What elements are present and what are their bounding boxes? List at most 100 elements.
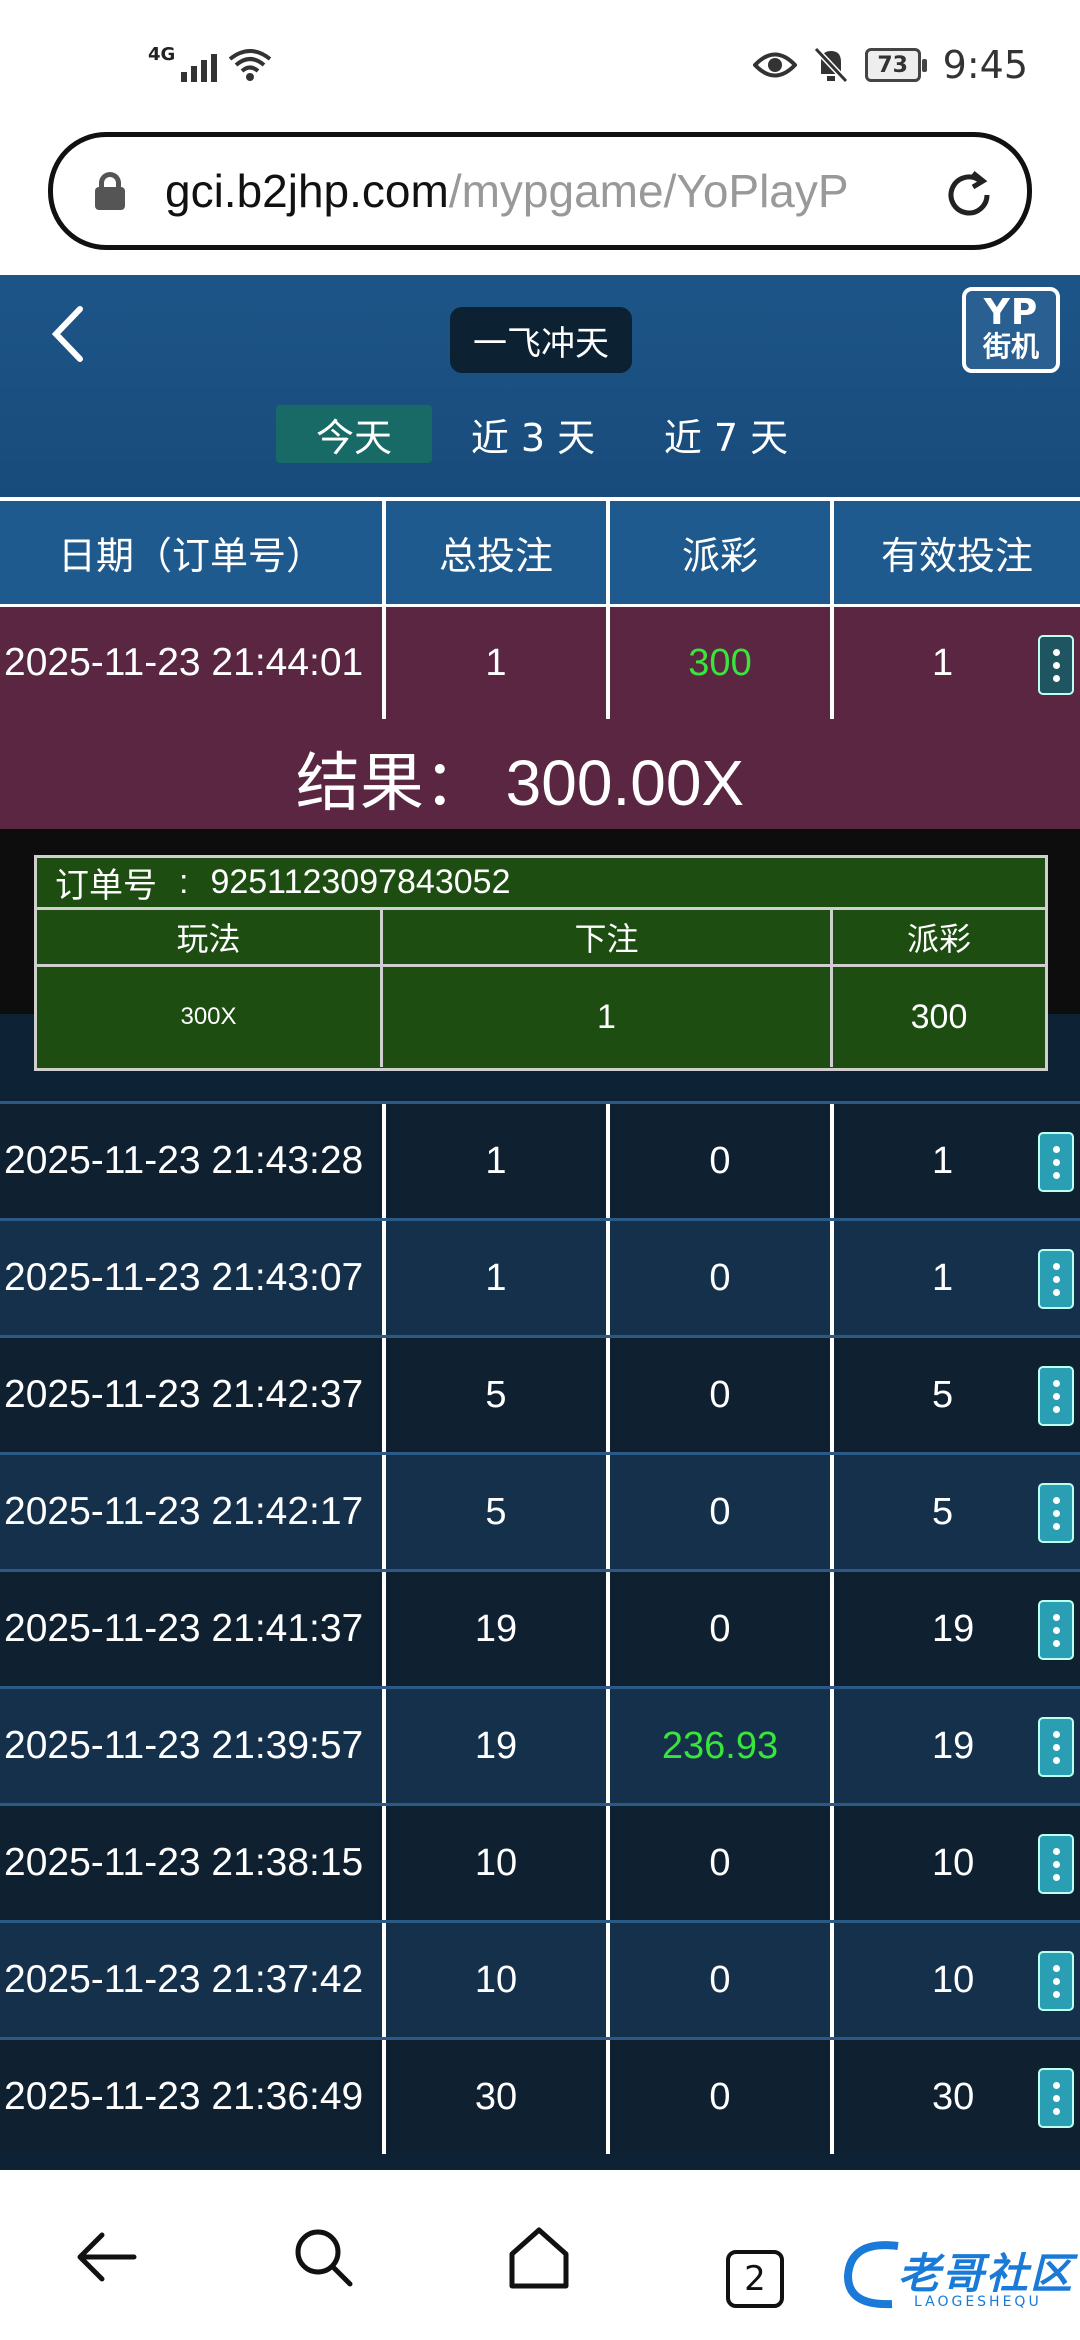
detail-col-payout: 派彩 xyxy=(906,920,971,958)
table-row[interactable]: 2025-11-23 21:43:07 1 0 1 xyxy=(0,1218,1080,1335)
row-menu-icon[interactable] xyxy=(1038,1483,1074,1543)
row-date: 2025-11-23 21:42:17 xyxy=(0,1455,386,1569)
detail-header: 玩法 下注 派彩 xyxy=(37,910,1045,967)
table-row[interactable]: 2025-11-23 21:42:17 5 0 5 xyxy=(0,1452,1080,1569)
reload-icon[interactable] xyxy=(941,167,997,223)
table-row[interactable]: 2025-11-23 21:41:37 19 0 19 xyxy=(0,1569,1080,1686)
search-icon[interactable] xyxy=(288,2222,358,2292)
row-menu-icon[interactable] xyxy=(1038,1132,1074,1192)
logo-text-bottom: 街机 xyxy=(982,330,1039,363)
row-menu-icon[interactable] xyxy=(1038,1951,1074,2011)
row-date: 2025-11-23 21:38:15 xyxy=(0,1806,386,1920)
row-date: 2025-11-23 21:44:01 xyxy=(0,607,386,719)
url-path: /mypgame/YoPlayP xyxy=(448,165,849,217)
order-number: 9251123097843052 xyxy=(210,863,511,901)
signal-group: 4G xyxy=(148,40,273,90)
row-bet: 19 xyxy=(386,1572,610,1686)
result-text: 结果： 300.00X xyxy=(295,747,745,819)
signal-icon xyxy=(181,48,218,82)
row-bet: 10 xyxy=(386,1806,610,1920)
detail-play: 300X xyxy=(37,967,383,1067)
row-payout: 0 xyxy=(610,1572,834,1686)
row-date: 2025-11-23 21:42:37 xyxy=(0,1338,386,1452)
watermark-logo: 老哥社区 LAOGESHEQU xyxy=(840,2226,1080,2326)
row-payout: 0 xyxy=(610,1806,834,1920)
battery-icon: 73 xyxy=(864,48,927,82)
tab-7-days[interactable]: 近 7 天 xyxy=(634,405,818,463)
row-bet: 19 xyxy=(386,1689,610,1803)
detail-payout: 300 xyxy=(910,997,968,1036)
table-row[interactable]: 2025-11-23 21:37:42 10 0 10 xyxy=(0,1920,1080,2037)
table-row[interactable]: 2025-11-23 21:42:37 5 0 5 xyxy=(0,1335,1080,1452)
col-valid-bet: 有效投注 xyxy=(880,534,1033,578)
order-number-line: 订单号 : 9251123097843052 xyxy=(37,858,1045,910)
row-bet: 30 xyxy=(386,2040,610,2154)
order-sep: : xyxy=(179,863,189,901)
row-menu-icon[interactable] xyxy=(1038,1249,1074,1309)
date-range-tabs: 今天 近 3 天 近 7 天 xyxy=(276,405,818,465)
row-payout: 300 xyxy=(610,607,834,719)
row-bet: 10 xyxy=(386,1923,610,2037)
row-payout: 0 xyxy=(610,1923,834,2037)
row-date: 2025-11-23 21:37:42 xyxy=(0,1923,386,2037)
row-menu-icon[interactable] xyxy=(1038,635,1074,695)
row-bet: 1 xyxy=(386,1221,610,1335)
row-date: 2025-11-23 21:43:07 xyxy=(0,1221,386,1335)
detail-table: 订单号 : 9251123097843052 玩法 下注 派彩 300X 1 3… xyxy=(34,855,1048,1071)
row-payout: 0 xyxy=(610,1338,834,1452)
col-total-bet: 总投注 xyxy=(386,501,610,604)
detail-col-stake: 下注 xyxy=(383,910,833,964)
row-menu-icon[interactable] xyxy=(1038,1600,1074,1660)
lock-icon xyxy=(95,172,125,210)
row-date: 2025-11-23 21:41:37 xyxy=(0,1572,386,1686)
tab-3-days[interactable]: 近 3 天 xyxy=(432,405,634,463)
row-payout: 236.93 xyxy=(610,1689,834,1803)
url-domain: gci.b2jhp.com xyxy=(165,165,449,217)
bet-history-list: 2025-11-23 21:43:28 1 0 1 2025-11-23 21:43:0… xyxy=(0,1101,1080,2154)
watermark-text: 老哥社区 xyxy=(898,2249,1075,2298)
back-arrow-icon[interactable] xyxy=(38,301,108,371)
game-title: 一飞冲天 xyxy=(450,307,632,373)
row-menu-icon[interactable] xyxy=(1038,1834,1074,1894)
detail-row: 300X 1 300 xyxy=(37,967,1045,1067)
address-bar[interactable]: gci.b2jhp.com/mypgame/YoPlayP xyxy=(48,132,1032,250)
table-row[interactable]: 2025-11-23 21:36:49 30 0 30 xyxy=(0,2037,1080,2154)
row-bet: 1 xyxy=(386,607,610,719)
row-payout: 0 xyxy=(610,2040,834,2154)
home-icon[interactable] xyxy=(504,2222,574,2292)
status-right: 73 9:45 xyxy=(752,38,1028,92)
row-menu-icon[interactable] xyxy=(1038,1717,1074,1777)
watermark-sub: LAOGESHEQU xyxy=(914,2294,1042,2310)
url-text[interactable]: gci.b2jhp.com/mypgame/YoPlayP xyxy=(165,164,905,218)
tab-today[interactable]: 今天 xyxy=(276,405,432,463)
browser-bottom-nav: 2 老哥社区 LAOGESHEQU xyxy=(0,2170,1080,2340)
table-header: 日期（订单号） 总投注 派彩 有效投注 xyxy=(0,497,1080,607)
status-bar: 4G 73 9:45 xyxy=(0,0,1080,130)
table-row[interactable]: 2025-11-23 21:43:28 1 0 1 xyxy=(0,1101,1080,1218)
table-row[interactable]: 2025-11-23 21:39:57 19 236.93 19 xyxy=(0,1686,1080,1803)
row-date: 2025-11-23 21:39:57 xyxy=(0,1689,386,1803)
row-payout: 0 xyxy=(610,1221,834,1335)
mute-bell-icon xyxy=(813,46,848,84)
row-bet: 1 xyxy=(386,1104,610,1218)
row-date: 2025-11-23 21:43:28 xyxy=(0,1104,386,1218)
col-payout: 派彩 xyxy=(610,501,834,604)
tabs-button[interactable]: 2 xyxy=(726,2250,784,2308)
game-header: 一飞冲天 YP 街机 今天 近 3 天 近 7 天 xyxy=(0,275,1080,497)
row-payout: 0 xyxy=(610,1104,834,1218)
clock: 9:45 xyxy=(942,43,1028,87)
row-menu-icon[interactable] xyxy=(1038,1366,1074,1426)
order-label: 订单号 xyxy=(55,867,157,905)
bet-detail-panel: 订单号 : 9251123097843052 玩法 下注 派彩 300X 1 3… xyxy=(0,829,1080,1071)
back-icon[interactable] xyxy=(72,2222,142,2292)
row-bet: 5 xyxy=(386,1338,610,1452)
expanded-bet-row[interactable]: 2025-11-23 21:44:01 1 300 1 结果： 300.00X xyxy=(0,607,1080,829)
game-webview: 一飞冲天 YP 街机 今天 近 3 天 近 7 天 日期（订单号） 总投注 派彩… xyxy=(0,275,1080,2170)
table-row[interactable]: 2025-11-23 21:38:15 10 0 10 xyxy=(0,1803,1080,1920)
col-date: 日期（订单号） xyxy=(0,501,386,604)
wifi-icon xyxy=(229,49,272,81)
detail-stake: 1 xyxy=(383,967,833,1067)
row-date: 2025-11-23 21:36:49 xyxy=(0,2040,386,2154)
row-menu-icon[interactable] xyxy=(1038,2068,1074,2128)
yp-logo: YP 街机 xyxy=(962,287,1060,373)
